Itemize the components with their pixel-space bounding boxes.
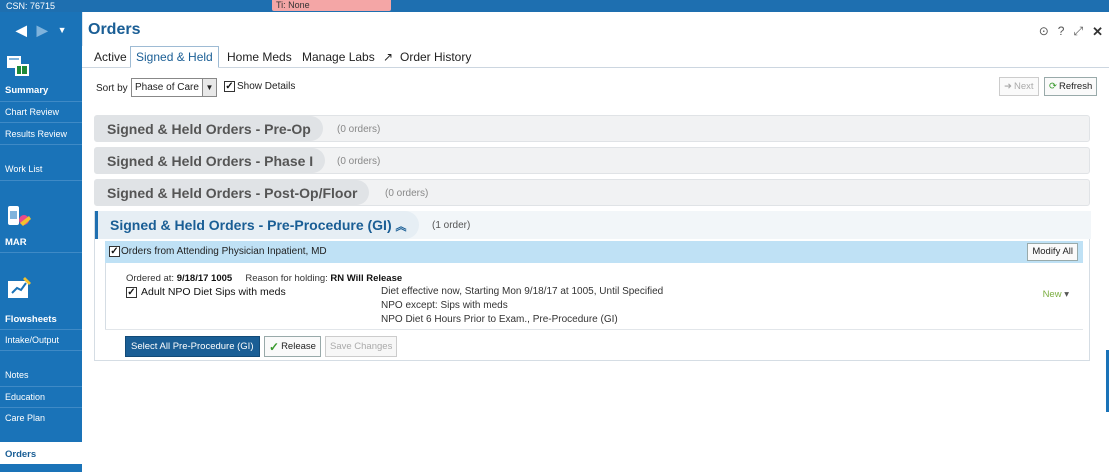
orders-panel: Orders ⊙ ? ⤢ ✕ Active Signed & Held Home… <box>82 12 1109 472</box>
group-checkbox[interactable]: ✓ <box>109 246 120 257</box>
select-all-button[interactable]: Select All Pre-Procedure (GI) <box>125 336 260 357</box>
release-label: Release <box>281 341 316 352</box>
sidebar-item-mar[interactable]: MAR <box>0 237 82 248</box>
sidebar-item-results-review[interactable]: Results Review <box>0 129 82 139</box>
sidebar: ◀ ▶ ▼ Summary Chart Review Results Revie… <box>0 12 82 472</box>
csn-label: CSN: 76715 <box>6 1 56 11</box>
order-detail-line: NPO except: Sips with meds <box>381 300 508 311</box>
order-status-dropdown[interactable]: New ▾ <box>1043 289 1069 300</box>
top-bar: CSN: 76715 Ti: None <box>0 0 1109 12</box>
external-link-icon: ↗ <box>383 50 394 64</box>
order-status: New <box>1042 289 1062 300</box>
open-section-title: Signed & Held Orders - Pre-Procedure (GI… <box>98 211 419 239</box>
open-section-title-text: Signed & Held Orders - Pre-Procedure (GI… <box>110 217 392 233</box>
tab-home-meds[interactable]: Home Meds <box>227 50 292 64</box>
sidebar-item-notes[interactable]: Notes <box>0 370 82 380</box>
tab-manage-labs[interactable]: Manage Labs <box>302 50 375 64</box>
section-phase-i[interactable]: Signed & Held Orders - Phase I (0 orders… <box>94 147 1090 174</box>
order-detail-line: NPO Diet 6 Hours Prior to Exam., Pre-Pro… <box>381 314 618 325</box>
checkmark-icon: ✓ <box>269 339 280 354</box>
show-details-checkbox[interactable]: ✓ <box>224 81 235 92</box>
sidebar-item-care-plan[interactable]: Care Plan <box>0 413 82 423</box>
order-name[interactable]: Adult NPO Diet Sips with meds <box>141 286 286 298</box>
order-meta: Ordered at: 9/18/17 1005 Reason for hold… <box>126 273 402 284</box>
sidebar-item-orders[interactable]: Orders <box>5 449 36 460</box>
section-title: Signed & Held Orders - Post-Op/Floor <box>95 180 370 205</box>
save-changes-button[interactable]: Save Changes <box>325 336 398 357</box>
collapse-icon[interactable]: ︽ <box>396 221 407 233</box>
section-pre-procedure-gi: Signed & Held Orders - Pre-Procedure (GI… <box>94 211 1091 361</box>
section-title: Signed & Held Orders - Pre-Op <box>95 116 323 141</box>
summary-icon[interactable] <box>5 52 33 78</box>
forward-arrow-icon[interactable]: ▶ <box>37 22 48 39</box>
flowsheets-icon[interactable] <box>5 275 33 301</box>
refresh-label: Refresh <box>1058 81 1093 92</box>
section-pre-op[interactable]: Signed & Held Orders - Pre-Op (0 orders) <box>94 115 1090 142</box>
sidebar-item-summary[interactable]: Summary <box>0 85 82 96</box>
next-label: Next <box>1013 81 1034 92</box>
nav-arrows: ◀ ▶ ▼ <box>0 12 82 48</box>
reason-value: RN Will Release <box>330 273 403 284</box>
tab-signed-held[interactable]: Signed & Held <box>130 46 219 68</box>
section-count: (0 orders) <box>337 156 381 167</box>
release-button[interactable]: ✓ Release <box>264 336 321 357</box>
tab-order-history[interactable]: Order History <box>400 50 471 64</box>
modify-all-button[interactable]: Modify All <box>1027 243 1078 261</box>
order-name-row: ✓ Adult NPO Diet Sips with meds <box>126 286 286 298</box>
refresh-button[interactable]: ⟳ Refresh <box>1044 77 1098 96</box>
section-count: (0 orders) <box>385 188 429 199</box>
sidebar-item-flowsheets[interactable]: Flowsheets <box>0 314 82 325</box>
open-section-header[interactable]: Signed & Held Orders - Pre-Procedure (GI… <box>95 211 1091 239</box>
ordered-at-label: Ordered at: <box>126 273 175 284</box>
tab-active[interactable]: Active <box>94 50 127 64</box>
order-details: Diet effective now, Starting Mon 9/18/17… <box>381 285 663 327</box>
next-icon: ➜ <box>1004 81 1012 92</box>
sidebar-item-intake-output[interactable]: Intake/Output <box>0 335 82 345</box>
section-title: Signed & Held Orders - Phase I <box>95 148 326 173</box>
group-label: Orders from Attending Physician Inpatien… <box>121 246 327 257</box>
back-arrow-icon[interactable]: ◀ <box>16 22 27 39</box>
chevron-down-icon[interactable]: ▼ <box>202 79 216 96</box>
sidebar-item-education[interactable]: Education <box>0 392 82 402</box>
action-bar: Select All Pre-Procedure (GI) ✓ Release … <box>105 329 1083 361</box>
order-detail-line: Diet effective now, Starting Mon 9/18/17… <box>381 286 664 297</box>
mar-icon[interactable] <box>5 203 33 229</box>
expand-icon[interactable]: ⤢ <box>1073 24 1083 40</box>
sort-select-value: Phase of Care <box>135 82 199 93</box>
flag-banner: Ti: None <box>272 0 391 11</box>
help-icon[interactable]: ? <box>1058 24 1065 40</box>
next-button[interactable]: ➜ Next <box>999 77 1039 96</box>
sidebar-item-orders-active[interactable]: Orders <box>0 442 82 472</box>
sort-by-label: Sort by <box>96 83 128 94</box>
sort-select[interactable]: Phase of Care ▼ <box>131 78 217 97</box>
show-details-toggle[interactable]: ✓ Show Details <box>224 81 295 92</box>
sidebar-item-work-list[interactable]: Work List <box>0 164 82 174</box>
reason-label: Reason for holding: <box>245 273 328 284</box>
show-details-label: Show Details <box>237 81 296 92</box>
close-icon[interactable]: ✕ <box>1092 24 1103 40</box>
title-row: Orders ⊙ ? ⤢ ✕ <box>82 12 1109 46</box>
more-icon[interactable]: ⊙ <box>1039 24 1049 40</box>
ordered-at-value: 9/18/17 1005 <box>176 273 233 284</box>
page-title: Orders <box>88 21 141 38</box>
order-row: Ordered at: 9/18/17 1005 Reason for hold… <box>105 263 1083 329</box>
order-checkbox[interactable]: ✓ <box>126 286 137 298</box>
sidebar-item-chart-review[interactable]: Chart Review <box>0 107 82 117</box>
history-dropdown-icon[interactable]: ▼ <box>58 25 67 35</box>
order-group-header: ✓ Orders from Attending Physician Inpati… <box>105 241 1083 263</box>
sort-bar: Sort by Phase of Care ▼ ✓ Show Details ➜… <box>82 74 1109 100</box>
tab-bar: Active Signed & Held Home Meds Manage La… <box>82 46 1109 68</box>
refresh-icon: ⟳ <box>1049 81 1057 92</box>
open-section-count: (1 order) <box>432 220 471 231</box>
title-icons: ⊙ ? ⤢ ✕ <box>1039 24 1103 40</box>
section-count: (0 orders) <box>337 124 381 135</box>
chevron-down-icon: ▾ <box>1064 289 1069 300</box>
section-post-op-floor[interactable]: Signed & Held Orders - Post-Op/Floor (0 … <box>94 179 1090 206</box>
